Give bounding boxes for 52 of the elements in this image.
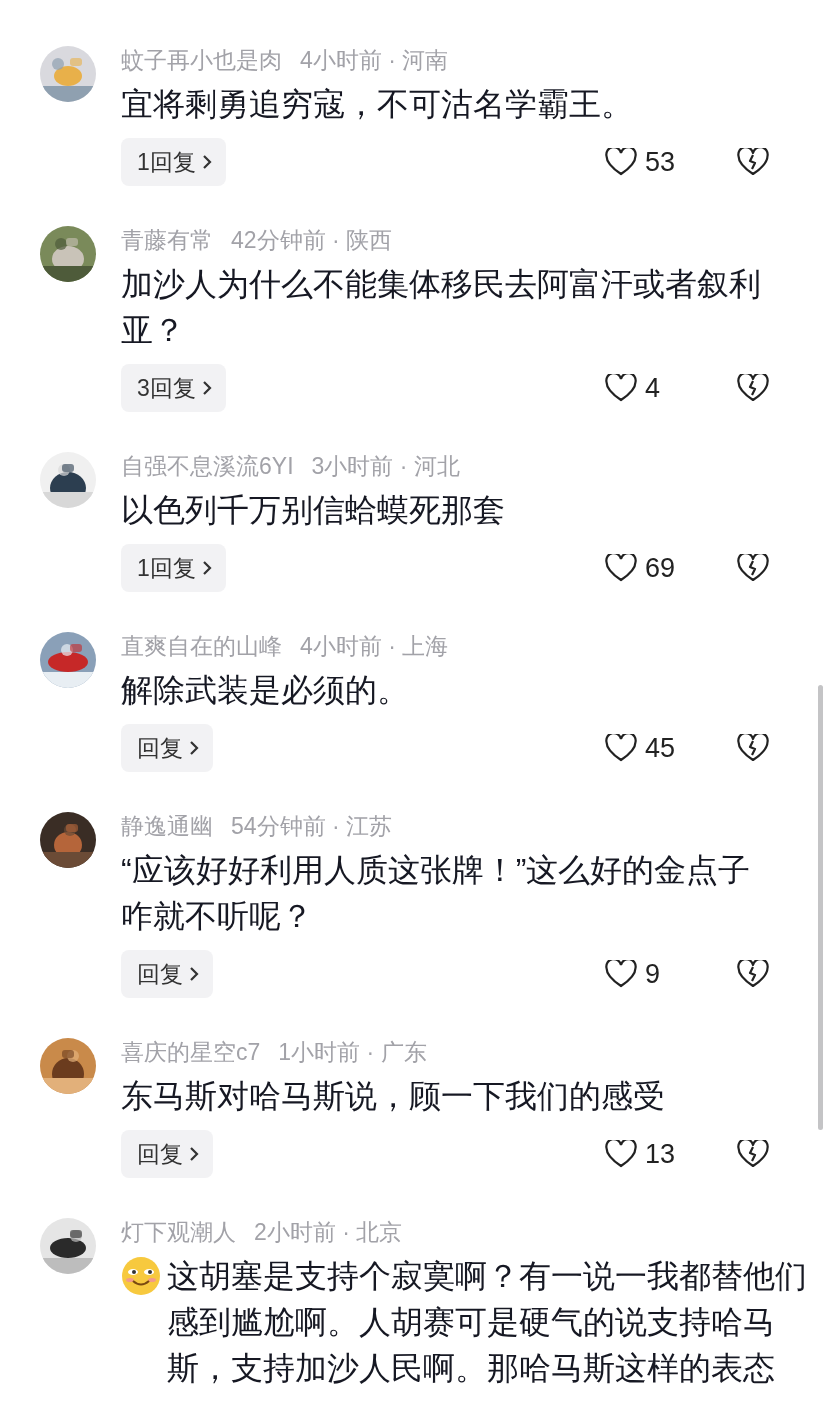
broken-heart-icon (737, 148, 769, 176)
heart-icon (605, 734, 637, 762)
heart-icon (605, 374, 637, 402)
chevron-icon (189, 1146, 199, 1162)
comment-text: 宜将剩勇追穷寇，不可沽名学霸王。 (121, 86, 633, 122)
reply-button[interactable]: 1回复 (121, 544, 226, 592)
heart-icon (605, 960, 637, 988)
dislike-button[interactable] (737, 374, 769, 402)
comment-text: “应该好好利用人质这张牌！”这么好的金点子咋就不听呢？ (121, 852, 751, 934)
smiley-icon (121, 1256, 161, 1296)
chevron-icon (189, 966, 199, 982)
broken-heart-icon (737, 960, 769, 988)
comment-time-location: 1小时前 · 广东 (278, 1038, 427, 1066)
reply-button[interactable]: 回复 (121, 950, 213, 998)
heart-icon (605, 148, 637, 176)
dislike-button[interactable] (737, 734, 769, 762)
chevron-icon (201, 380, 212, 396)
scrollbar[interactable] (818, 685, 823, 1130)
reply-button[interactable]: 3回复 (121, 364, 226, 412)
like-button[interactable]: 69 (605, 552, 685, 584)
dislike-button[interactable] (737, 554, 769, 582)
comment-time-location: 42分钟前 · 陕西 (231, 226, 393, 254)
comment-text: 加沙人为什么不能集体移民去阿富汗或者叙利亚？ (121, 266, 761, 348)
dislike-button[interactable] (737, 1140, 769, 1168)
like-button[interactable]: 13 (605, 1138, 685, 1170)
dislike-button[interactable] (737, 960, 769, 988)
reply-button[interactable]: 回复 (121, 724, 213, 772)
broken-heart-icon (737, 1140, 769, 1168)
comment-time-location: 4小时前 · 上海 (300, 632, 449, 660)
like-button[interactable]: 9 (605, 958, 685, 990)
like-button[interactable]: 4 (605, 372, 685, 404)
broken-heart-icon (737, 554, 769, 582)
heart-icon (605, 1140, 637, 1168)
comment-time-location: 2小时前 · 北京 (254, 1218, 403, 1246)
like-button[interactable]: 45 (605, 732, 685, 764)
comment-text: 这胡塞是支持个寂寞啊？有一说一我都替他们感到尴尬啊。人胡赛可是硬气的说支持哈马斯，支持加沙人民啊。那哈马斯这样的表态 (167, 1257, 808, 1388)
chevron-icon (201, 560, 212, 576)
dislike-button[interactable] (737, 148, 769, 176)
comment-text: 解除武装是必须的。 (121, 672, 409, 708)
comment-text: 以色列千万别信蛤蟆死那套 (121, 492, 505, 528)
like-button[interactable]: 53 (605, 146, 685, 178)
comment-text: 东马斯对哈马斯说，顾一下我们的感受 (121, 1078, 665, 1114)
reply-button[interactable]: 1回复 (121, 138, 226, 186)
reply-button[interactable]: 回复 (121, 1130, 213, 1178)
chevron-icon (189, 740, 199, 756)
broken-heart-icon (737, 734, 769, 762)
comment-time-location: 3小时前 · 河北 (311, 452, 460, 480)
broken-heart-icon (737, 374, 769, 402)
comment-time-location: 4小时前 · 河南 (300, 46, 449, 74)
heart-icon (605, 554, 637, 582)
comment-time-location: 54分钟前 · 江苏 (231, 812, 393, 840)
chevron-icon (201, 154, 212, 170)
